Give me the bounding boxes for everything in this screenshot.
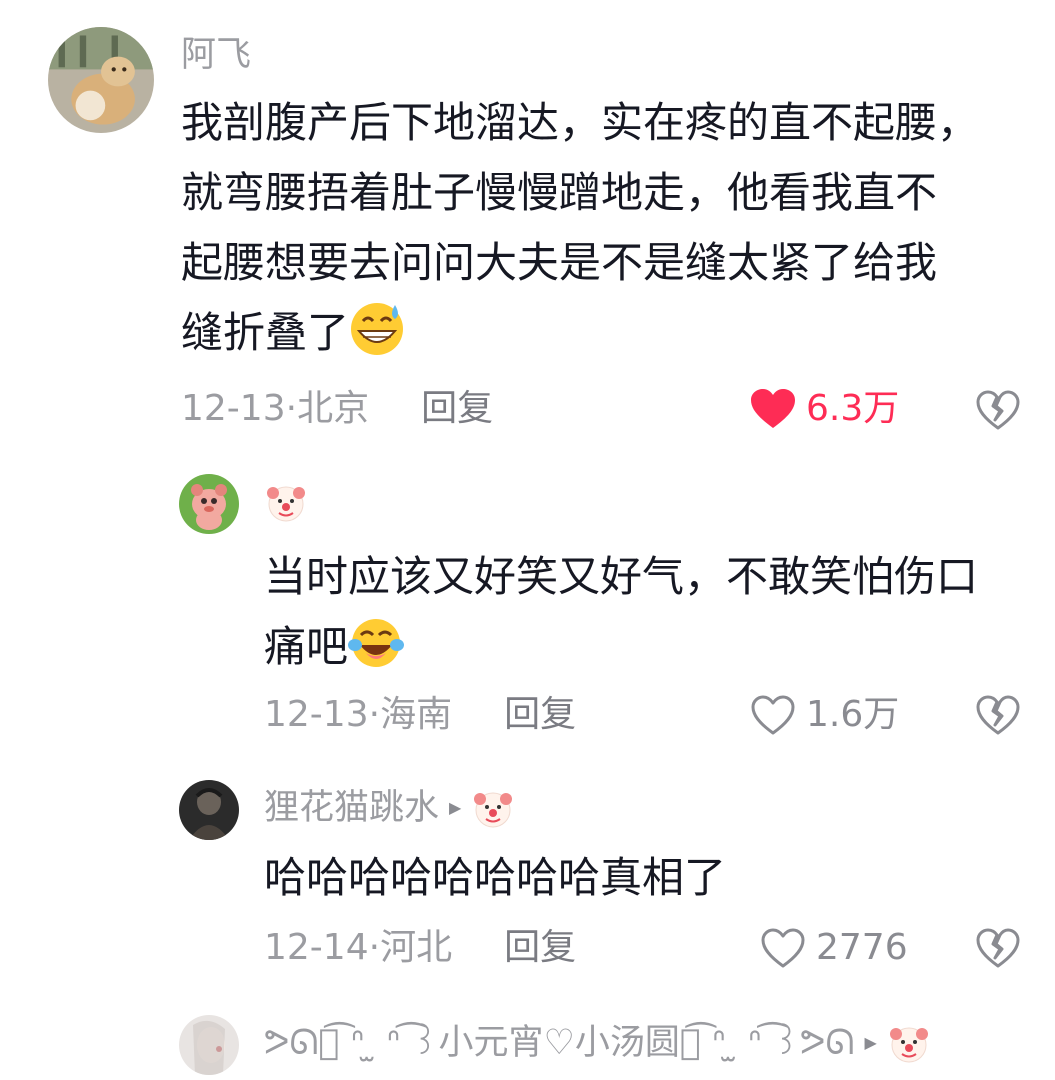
comment-line: 痛吧 [264,622,349,671]
comment-date: 12-13 [264,694,369,735]
heart-filled-icon [750,388,796,430]
comment-line: 我剖腹产后下地溜达，实在疼的直不起腰， [181,98,980,147]
comment-username[interactable]: ᕗᘏ꒰͡ ᐢ ̫ ᐢ ͡꒱小元宵♡小汤圆꒰͡ ᐢ ̫ ᐢ ͡꒱ᕗᘏ ▶ [264,1021,931,1065]
username-text: 阿飞 [181,35,252,75]
avatar[interactable] [48,27,154,133]
heart-outline-icon [750,694,796,736]
clown-face-icon [471,786,515,830]
reply-button[interactable]: 回复 [421,387,493,431]
comment-location: 北京 [297,388,370,429]
comment-line: 缝折叠了 [181,308,350,357]
comment-text: 哈哈哈哈哈哈哈哈真相了 [264,843,726,913]
broken-heart-icon [975,389,1021,431]
meta-separator: · [368,694,381,735]
comment-line: 哈哈哈哈哈哈哈哈真相了 [264,853,727,902]
comment-username[interactable]: 狸花猫跳水 ▶ [264,786,515,830]
comment-location: 河北 [380,927,453,968]
clown-face-icon [264,480,308,524]
tears-of-joy-emoji [348,615,405,671]
comment-text: 当时应该又好笑又好气，不敢笑怕伤口 痛吧 [264,542,978,682]
comment-line: 起腰想要去问问大夫是不是缝太紧了给我 [181,238,938,287]
avatar[interactable] [179,780,239,840]
heart-outline-icon [760,927,806,969]
reply-button[interactable]: 回复 [504,926,576,970]
comment-username[interactable]: 阿飞 [181,33,251,77]
comment-meta: 12-13 · 北京 回复 [181,387,493,431]
broken-heart-icon [975,694,1021,736]
reply-arrow-icon: ▶ [864,1033,877,1052]
like-button[interactable]: 6.3万 [750,387,899,431]
comment-username[interactable] [264,480,308,524]
comment-date: 12-14 [264,927,369,968]
username-text: ᕗᘏ꒰͡ ᐢ ̫ ᐢ ͡꒱小元宵♡小汤圆꒰͡ ᐢ ̫ ᐢ ͡꒱ᕗᘏ [264,1023,855,1063]
comment-location: 海南 [380,694,453,735]
comment-meta: 12-13 · 海南 回复 [264,693,576,737]
like-count: 6.3万 [806,388,900,429]
like-button[interactable]: 1.6万 [750,693,899,737]
like-button[interactable]: 2776 [760,926,908,970]
reply-arrow-icon: ▶ [449,798,462,817]
broken-heart-icon [975,927,1021,969]
comment-line: 就弯腰捂着肚子慢慢蹭地走，他看我直不 [181,168,938,217]
clown-face-icon [887,1021,931,1065]
meta-separator: · [368,927,381,968]
comment-line: 当时应该又好笑又好气，不敢笑怕伤口 [264,552,979,601]
dislike-button[interactable] [975,927,1021,969]
grinning-sweat-emoji [349,301,405,357]
comment-meta: 12-14 · 河北 回复 [264,926,576,970]
username-text: 狸花猫跳水 [264,788,440,828]
avatar[interactable] [179,474,239,534]
like-count: 1.6万 [806,694,900,735]
meta-separator: · [285,388,298,429]
dislike-button[interactable] [975,389,1021,431]
comment-date: 12-13 [181,388,286,429]
reply-button[interactable]: 回复 [504,693,576,737]
like-count: 2776 [816,927,908,968]
dislike-button[interactable] [975,694,1021,736]
comment-text: 我剖腹产后下地溜达，实在疼的直不起腰， 就弯腰捂着肚子慢慢蹭地走，他看我直不 起… [181,88,979,368]
avatar[interactable] [179,1015,239,1075]
